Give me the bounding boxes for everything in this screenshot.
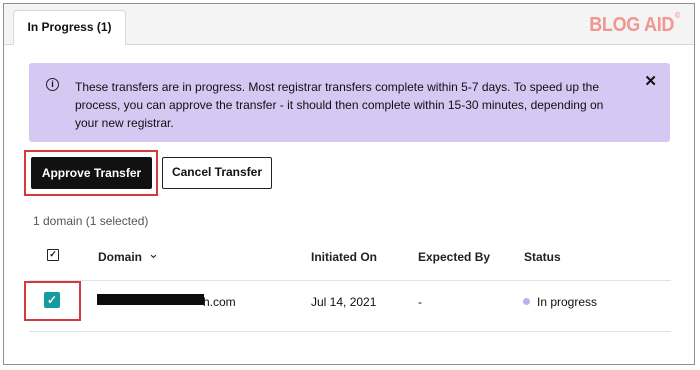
approve-transfer-button[interactable]: Approve Transfer [31, 157, 152, 189]
redacted-domain-name [97, 294, 204, 305]
table-header-divider [29, 280, 671, 281]
close-icon[interactable]: ✕ [644, 74, 657, 89]
brand-logo: BLOG AID© [589, 12, 680, 36]
initiated-on-value: Jul 14, 2021 [311, 295, 377, 309]
domain-name: h.com [203, 295, 236, 309]
expected-by-value: - [418, 295, 422, 309]
tab-bar: In Progress (1) BLOG AID© [4, 4, 694, 45]
column-header-expected-by: Expected By [418, 250, 491, 264]
column-header-status: Status [524, 250, 561, 264]
column-header-initiated-on: Initiated On [311, 250, 377, 264]
column-header-domain[interactable]: Domain [98, 250, 142, 264]
row-checkbox[interactable]: ✓ [44, 292, 60, 308]
cancel-transfer-button[interactable]: Cancel Transfer [162, 157, 272, 189]
chevron-down-icon[interactable]: ⌄ [148, 246, 159, 262]
select-all-checkbox[interactable]: ✓ [47, 249, 59, 261]
table-row-divider [29, 331, 671, 332]
status-dot-icon [523, 298, 530, 305]
selection-summary: 1 domain (1 selected) [33, 214, 149, 228]
alert-message: These transfers are in progress. Most re… [75, 80, 604, 130]
tab-in-progress[interactable]: In Progress (1) [13, 10, 126, 45]
info-icon: i [46, 78, 59, 91]
info-alert: i These transfers are in progress. Most … [29, 63, 670, 142]
status-value: In progress [537, 295, 598, 309]
